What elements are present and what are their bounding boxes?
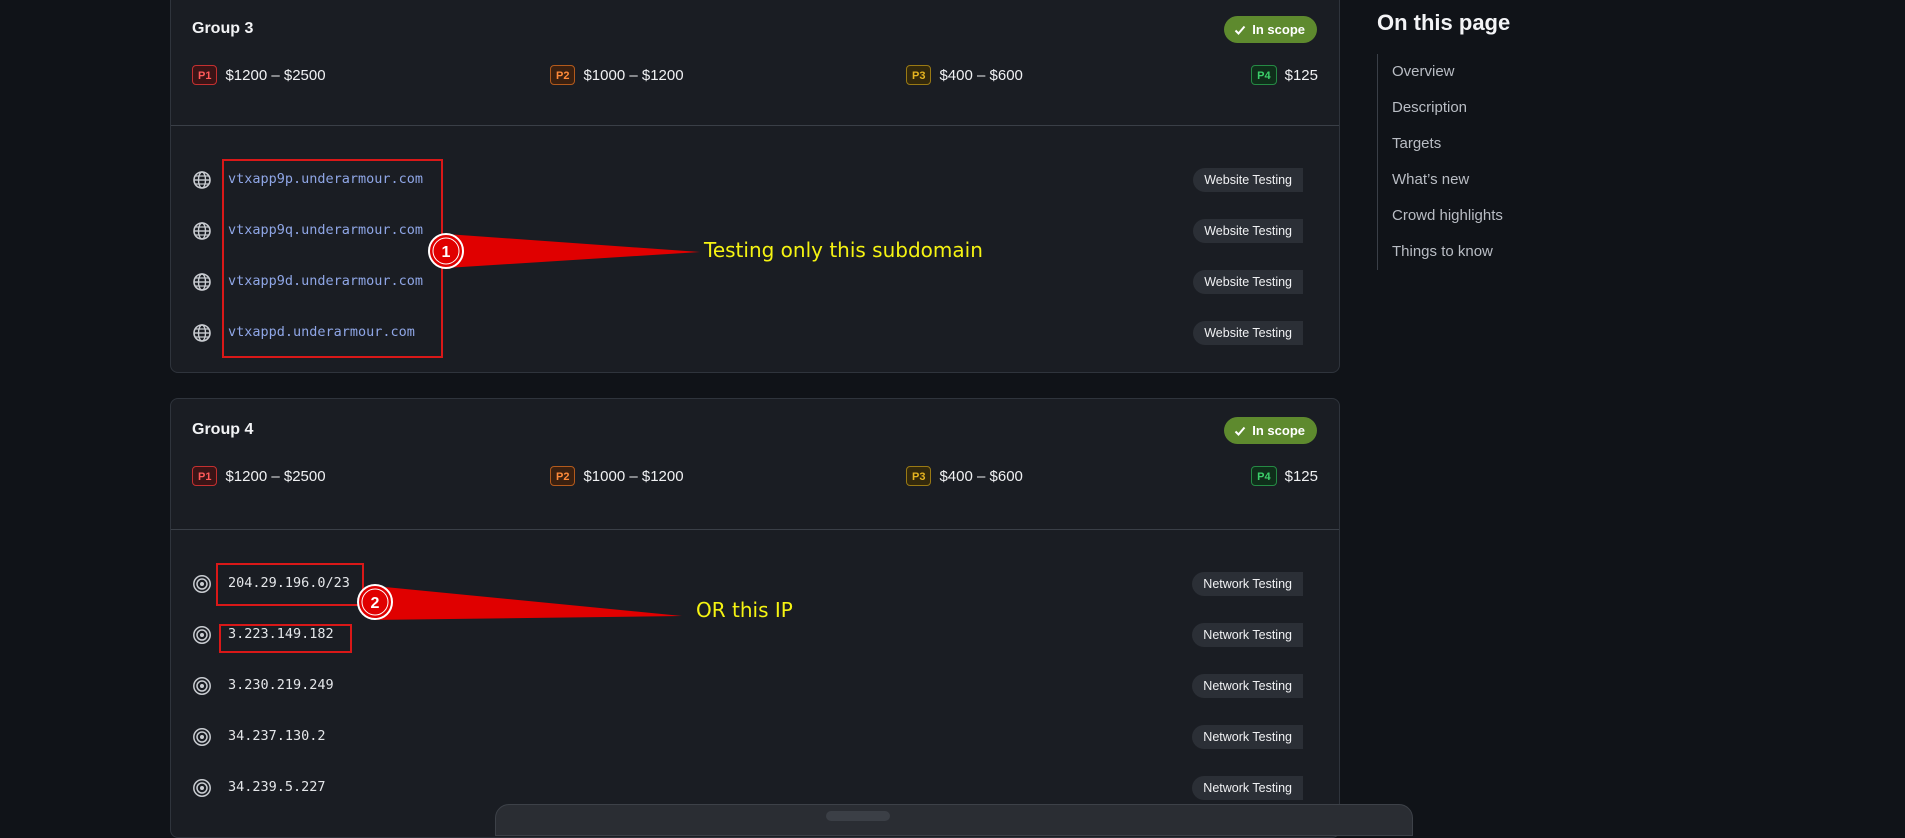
- callout-text-1: Testing only this subdomain: [704, 238, 983, 262]
- bottom-action-bar[interactable]: [495, 804, 1413, 836]
- callout-text-2: OR this IP: [696, 598, 793, 622]
- callout-arrow-1: [446, 234, 700, 268]
- callout-marker-2: 2: [357, 584, 393, 620]
- callout-arrow-2: [375, 586, 682, 620]
- callout-number-1: 1: [442, 244, 451, 261]
- annotation-arrows: 1 2: [357, 233, 700, 620]
- callout-number-2: 2: [371, 595, 380, 612]
- bottom-bar-handle[interactable]: [826, 811, 890, 821]
- callout-marker-1: 1: [428, 233, 464, 269]
